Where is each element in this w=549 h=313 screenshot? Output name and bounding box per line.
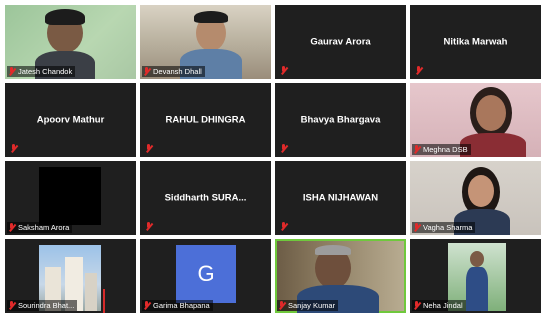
participant-name: Meghna DSB — [423, 145, 468, 154]
participant-display-name: Gaurav Arora — [310, 36, 371, 48]
participant-name-label: Meghna DSB — [412, 144, 471, 155]
participant-name-label: Garima Bhapana — [142, 300, 213, 311]
tile-sanjay-kumar[interactable]: Sanjay Kumar — [275, 239, 406, 313]
participant-display-name: Nitika Marwah — [443, 36, 508, 48]
mic-muted-icon — [278, 301, 285, 310]
mic-muted-icon — [8, 223, 15, 232]
mic-muted-icon — [280, 222, 287, 231]
tile-apoorv-mathur[interactable]: Apoorv Mathur — [5, 83, 136, 157]
participant-name: Sanjay Kumar — [288, 301, 336, 310]
participant-display-name: Siddharth SURA... — [164, 192, 247, 204]
mic-muted-icon — [8, 301, 15, 310]
tile-siddharth-sura[interactable]: Siddharth SURA... — [140, 161, 271, 235]
tile-nitika-marwah[interactable]: Nitika Marwah — [410, 5, 541, 79]
participant-name-label: Saksham Arora — [7, 222, 73, 233]
participant-name-label: Neha Jindal — [412, 300, 466, 311]
participant-name: Devansh Dhall — [153, 67, 202, 76]
mic-muted-icon — [413, 145, 420, 154]
mic-muted-icon — [8, 67, 15, 76]
participant-gallery: Jatesh Chandok Devansh Dhall Gaurav Aror… — [5, 5, 541, 313]
participant-name: Sourindra Bhat... — [18, 301, 75, 310]
participant-name-label: Jatesh Chandok — [7, 66, 76, 77]
participant-display-name: ISHA NIJHAWAN — [302, 192, 379, 204]
participant-name-label: Vagha Sharma — [412, 222, 476, 233]
participant-name: Garima Bhapana — [153, 301, 210, 310]
tile-sourindra-bhat[interactable]: Sourindra Bhat... — [5, 239, 136, 313]
mic-muted-icon — [143, 67, 150, 76]
red-indicator — [103, 289, 105, 313]
participant-name-label: Sourindra Bhat... — [7, 300, 78, 311]
participant-name: Saksham Arora — [18, 223, 70, 232]
tile-gaurav-arora[interactable]: Gaurav Arora — [275, 5, 406, 79]
tile-garima-bhapana[interactable]: G Garima Bhapana — [140, 239, 271, 313]
participant-display-name: Bhavya Bhargava — [300, 114, 381, 126]
participant-name-label: Devansh Dhall — [142, 66, 205, 77]
mic-muted-icon — [415, 66, 422, 75]
mic-muted-icon — [413, 301, 420, 310]
tile-rahul-dhingra[interactable]: RAHUL DHINGRA — [140, 83, 271, 157]
tile-neha-jindal[interactable]: Neha Jindal — [410, 239, 541, 313]
tile-meghna-dsb[interactable]: Meghna DSB — [410, 83, 541, 157]
tile-bhavya-bhargava[interactable]: Bhavya Bhargava — [275, 83, 406, 157]
tile-jatesh-chandok[interactable]: Jatesh Chandok — [5, 5, 136, 79]
participant-display-name: RAHUL DHINGRA — [165, 114, 246, 126]
tile-vagha-sharma[interactable]: Vagha Sharma — [410, 161, 541, 235]
tile-isha-nijhawan[interactable]: ISHA NIJHAWAN — [275, 161, 406, 235]
mic-muted-icon — [280, 66, 287, 75]
camera-off-frame — [39, 167, 101, 225]
participant-name: Vagha Sharma — [423, 223, 473, 232]
mic-muted-icon — [145, 144, 152, 153]
avatar: G — [176, 245, 236, 303]
participant-name-label: Sanjay Kumar — [277, 300, 339, 311]
tile-saksham-arora[interactable]: Saksham Arora — [5, 161, 136, 235]
mic-muted-icon — [145, 222, 152, 231]
mic-muted-icon — [413, 223, 420, 232]
mic-muted-icon — [10, 144, 17, 153]
tile-devansh-dhall[interactable]: Devansh Dhall — [140, 5, 271, 79]
mic-muted-icon — [280, 144, 287, 153]
participant-name: Neha Jindal — [423, 301, 463, 310]
mic-muted-icon — [143, 301, 150, 310]
participant-name: Jatesh Chandok — [18, 67, 73, 76]
participant-display-name: Apoorv Mathur — [36, 114, 105, 126]
